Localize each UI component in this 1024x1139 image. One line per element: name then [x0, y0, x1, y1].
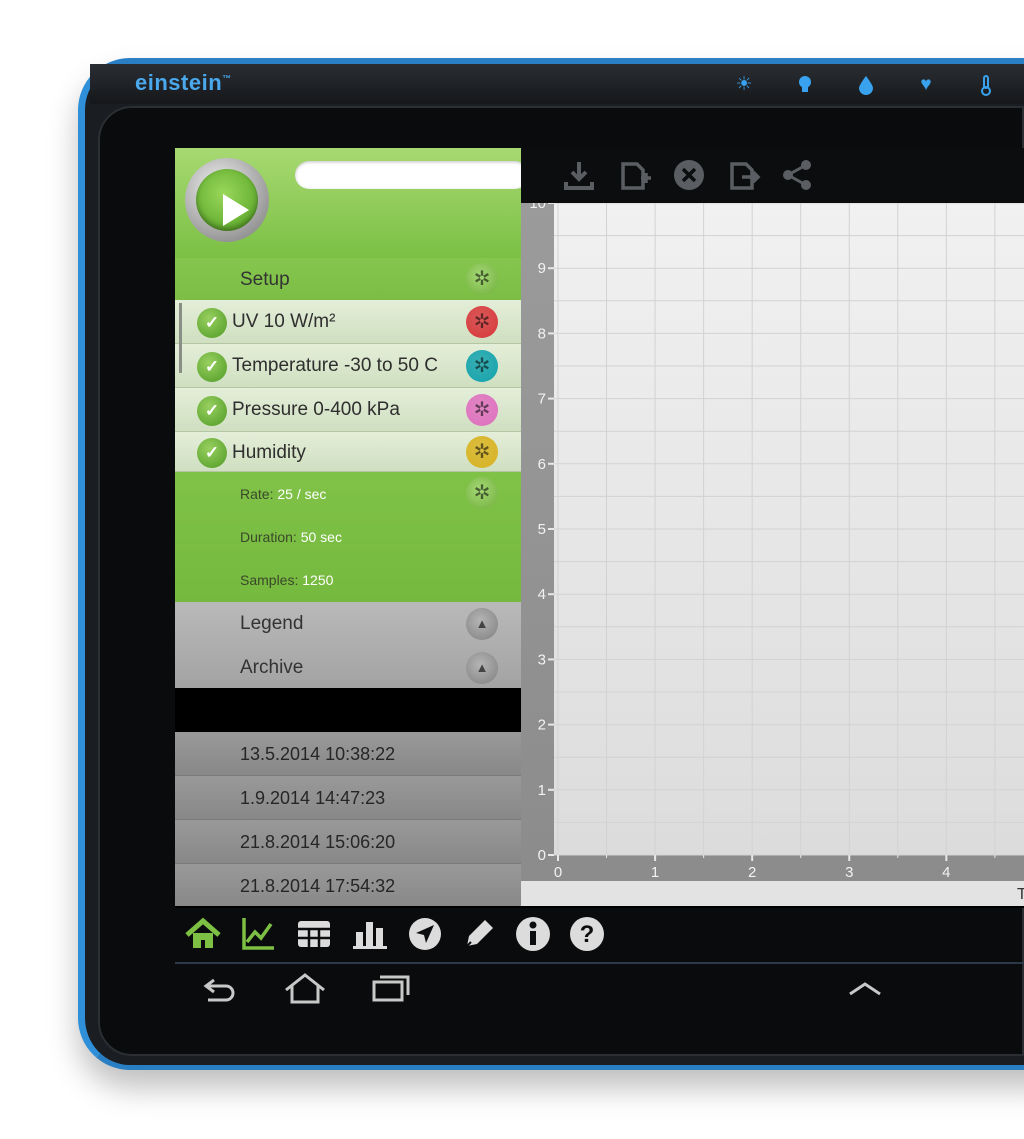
archive-item[interactable]: 13.5.2014 10:38:22	[175, 732, 521, 776]
download-icon[interactable]	[560, 156, 598, 194]
legend-label[interactable]: Legend	[240, 613, 303, 635]
y-tick-label: 10	[529, 203, 546, 212]
run-button[interactable]	[185, 158, 269, 242]
panel-scrollbar[interactable]	[179, 303, 182, 373]
x-tick-label: 3	[845, 864, 853, 881]
sensor-label: Temperature -30 to 50 C	[232, 355, 438, 376]
recent-apps-icon[interactable]	[366, 970, 416, 1006]
heart-icon: ♥	[920, 74, 932, 95]
setup-label: Setup	[240, 269, 290, 290]
check-icon[interactable]: ✓	[197, 438, 227, 468]
y-tick-label: 5	[538, 521, 546, 538]
pen-icon[interactable]	[459, 914, 499, 954]
check-icon[interactable]: ✓	[197, 396, 227, 426]
y-tick-label: 2	[538, 717, 546, 734]
info-icon[interactable]	[513, 914, 553, 954]
graph-area[interactable]: 0 1 2 3 4 5 6 7 8 9 10 0 1 2 3 4 T	[521, 195, 1024, 906]
rate-setting[interactable]: Rate: 25 / sec	[240, 486, 326, 502]
x-tick-label: 2	[748, 864, 756, 881]
export-icon[interactable]	[724, 156, 762, 194]
graph-svg[interactable]: 0 1 2 3 4 5 6 7 8 9 10 0 1 2 3 4 T	[521, 195, 1024, 906]
legend-archive-section: Legend ▲ Archive ▲	[175, 602, 521, 688]
compass-icon[interactable]	[405, 914, 445, 954]
close-circle-icon[interactable]	[670, 156, 708, 194]
check-icon[interactable]: ✓	[197, 308, 227, 338]
bar-chart-icon[interactable]	[350, 914, 390, 954]
back-icon[interactable]	[196, 970, 246, 1006]
sensor-label: Humidity	[232, 442, 306, 463]
svg-text:?: ?	[580, 921, 595, 948]
home-icon[interactable]	[183, 914, 223, 954]
share-icon[interactable]	[778, 156, 816, 194]
sensor-label: UV 10 W/m²	[232, 311, 336, 332]
setup-gear-icon[interactable]: ✲	[466, 263, 498, 295]
y-tick-label: 1	[538, 782, 546, 799]
x-axis-label-strip	[521, 881, 1024, 906]
help-icon[interactable]: ?	[567, 914, 607, 954]
sensor-row-humidity[interactable]: ✓ Humidity ✲	[175, 432, 521, 472]
panel-header	[175, 148, 521, 258]
x-tick-label: 1	[651, 864, 659, 881]
y-tick-label: 0	[538, 847, 546, 864]
check-icon[interactable]: ✓	[197, 352, 227, 382]
sensor-row-pressure[interactable]: ✓ Pressure 0-400 kPa ✲	[175, 388, 521, 432]
sensor-row-uv[interactable]: ✓ UV 10 W/m² ✲	[175, 300, 521, 344]
sensor-gear-icon[interactable]: ✲	[466, 436, 498, 468]
archive-item[interactable]: 21.8.2014 15:06:20	[175, 820, 521, 864]
brand-logo: einstein™	[135, 70, 232, 95]
archive-toggle-icon[interactable]: ▲	[466, 652, 498, 684]
y-tick-label: 7	[538, 391, 546, 408]
y-tick-label: 4	[538, 586, 546, 603]
sensor-gear-icon[interactable]: ✲	[466, 350, 498, 382]
archive-label[interactable]: Archive	[240, 657, 303, 679]
table-icon[interactable]	[294, 914, 334, 954]
sensor-gear-icon[interactable]: ✲	[466, 394, 498, 426]
add-page-icon[interactable]	[615, 156, 653, 194]
sampling-settings: Rate: 25 / sec ✲ Duration: 50 sec Sample…	[175, 472, 521, 602]
samples-setting[interactable]: Samples: 1250	[240, 572, 333, 588]
sensor-gear-icon[interactable]: ✲	[466, 306, 498, 338]
settings-gear-icon[interactable]: ✲	[466, 477, 498, 509]
up-chevron-icon[interactable]	[840, 970, 890, 1006]
archive-item[interactable]: 21.8.2014 17:54:32	[175, 864, 521, 906]
experiment-name-input[interactable]	[295, 161, 521, 189]
play-icon	[223, 194, 249, 226]
archive-item[interactable]: 1.9.2014 14:47:23	[175, 776, 521, 820]
y-tick-label: 6	[538, 456, 546, 473]
duration-setting[interactable]: Duration: 50 sec	[240, 529, 342, 545]
sun-icon: ☀	[735, 74, 753, 95]
sensor-label: Pressure 0-400 kPa	[232, 399, 400, 420]
graph-icon[interactable]	[238, 914, 278, 954]
x-axis-label: T	[1017, 886, 1024, 903]
drop-icon	[855, 74, 877, 96]
y-tick-label: 3	[538, 651, 546, 668]
thermometer-icon	[975, 74, 997, 96]
sensor-row-temperature[interactable]: ✓ Temperature -30 to 50 C ✲	[175, 344, 521, 388]
setup-row[interactable]: Setup ✲	[175, 258, 521, 300]
y-tick-label: 9	[538, 260, 546, 277]
y-tick-label: 8	[538, 325, 546, 342]
bulb-icon	[794, 74, 816, 96]
experiment-panel: Setup ✲ ✓ UV 10 W/m² ✲ ✓ Temperature -30…	[175, 148, 521, 906]
panel-spacer	[175, 688, 521, 732]
x-tick-label: 0	[554, 864, 562, 881]
nav-divider	[175, 962, 1024, 964]
legend-toggle-icon[interactable]: ▲	[466, 608, 498, 640]
home-nav-icon[interactable]	[280, 970, 330, 1006]
x-tick-label: 4	[942, 864, 950, 881]
